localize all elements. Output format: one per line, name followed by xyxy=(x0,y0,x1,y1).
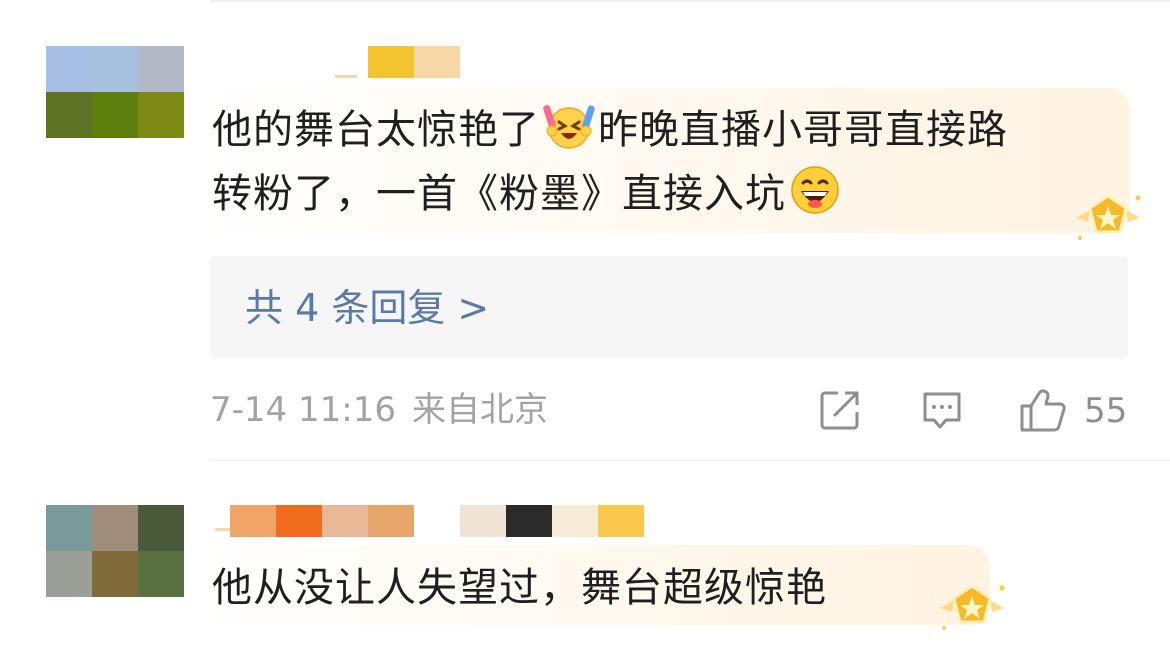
username-pixel xyxy=(460,505,506,537)
laughing-emoji-icon xyxy=(788,163,842,236)
star-fan-badge-icon xyxy=(1068,188,1148,252)
avatar-pixel xyxy=(138,551,184,597)
comment-divider xyxy=(210,460,1170,461)
username-pixel xyxy=(414,46,460,78)
comment-text-part: 昨晚直播小哥哥直接路 xyxy=(598,107,1008,153)
avatar-pixel xyxy=(92,505,138,551)
comment-date: 7-14 11:16 xyxy=(210,390,396,430)
comment-text-part: 转粉了，一首《粉墨》直接入坑 xyxy=(212,171,786,217)
comment-button[interactable] xyxy=(920,388,964,436)
comment-text-part: 他的舞台太惊艳了 xyxy=(212,107,540,153)
avatar[interactable] xyxy=(46,46,184,138)
avatar-pixel xyxy=(138,92,184,138)
username-pixel xyxy=(506,505,552,537)
avatar-pixel xyxy=(92,551,138,597)
username-pixel xyxy=(230,505,276,537)
username-underline xyxy=(335,75,357,78)
avatar-pixel xyxy=(138,46,184,92)
comment-text: 他从没让人失望过，舞台超级惊艳 xyxy=(212,565,827,611)
forward-button[interactable] xyxy=(818,388,862,436)
username-pixel xyxy=(322,505,368,537)
comment-text: 他的舞台太惊艳了 昨晚直播小哥哥直接路 转粉了，一首《粉墨》直接入坑 xyxy=(212,98,1122,226)
avatar-pixel xyxy=(138,505,184,551)
username-pixel xyxy=(414,505,460,537)
avatar[interactable] xyxy=(46,505,184,597)
username-pixel xyxy=(368,505,414,537)
comment-meta: 7-14 11:16 来自北京 xyxy=(210,388,548,432)
share-icon xyxy=(820,391,859,430)
star-fan-badge-icon xyxy=(932,578,1012,642)
comment-icon xyxy=(923,392,961,429)
comment-location: 来自北京 xyxy=(411,390,548,430)
avatar-pixel xyxy=(46,92,92,138)
username-underline xyxy=(215,528,230,531)
like-count: 55 xyxy=(1084,391,1128,431)
username-pixel xyxy=(368,46,414,78)
username-pixel xyxy=(460,46,506,78)
thumbs-up-icon xyxy=(1020,389,1066,432)
avatar-pixel xyxy=(92,92,138,138)
username-pixel xyxy=(552,505,598,537)
avatar-pixel xyxy=(46,551,92,597)
avatar-pixel xyxy=(46,505,92,551)
username-pixel xyxy=(276,505,322,537)
like-button[interactable]: 55 xyxy=(1018,388,1127,434)
username-censored[interactable] xyxy=(230,505,644,537)
username-pixel xyxy=(598,505,644,537)
top-divider xyxy=(210,0,1170,2)
avatar-pixel xyxy=(46,46,92,92)
avatar-pixel xyxy=(92,46,138,92)
username-censored[interactable] xyxy=(368,46,506,78)
view-replies-link[interactable]: 共 4 条回复 > xyxy=(245,283,489,333)
